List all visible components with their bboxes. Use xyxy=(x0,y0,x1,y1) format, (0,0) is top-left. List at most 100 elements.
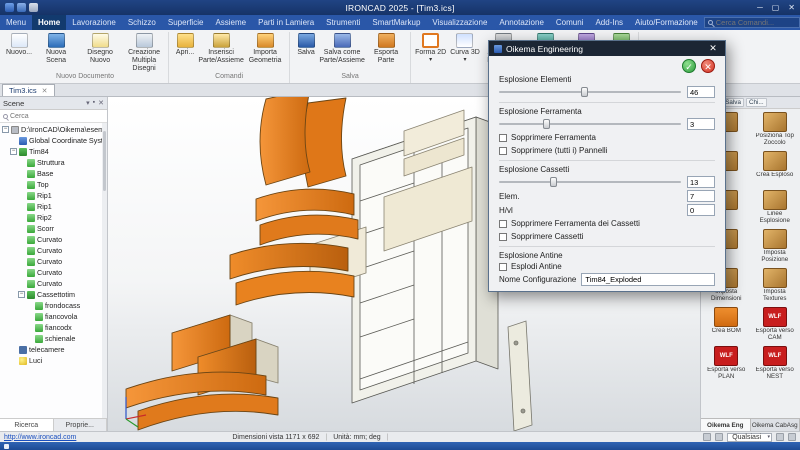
salva-button[interactable]: Salva xyxy=(293,32,319,58)
cancel-button[interactable] xyxy=(701,59,715,73)
catalog-item-esporta-verso-plan[interactable]: WLFEsporta verso PLAN xyxy=(702,346,751,382)
catalog-item-esporta-verso-nest[interactable]: WLFEsporta verso NEST xyxy=(751,346,800,382)
tab-add-ins[interactable]: Add-Ins xyxy=(589,15,629,30)
tree-item-struttura[interactable]: Struttura xyxy=(0,157,107,168)
esplosione-elementi-value[interactable] xyxy=(687,86,715,98)
quick-save-icon[interactable] xyxy=(17,3,26,12)
catalog-item-crea-esploso[interactable]: Crea Esploso xyxy=(751,151,800,187)
maximize-button[interactable]: ▢ xyxy=(772,3,780,12)
apri-button[interactable]: Apri... xyxy=(172,32,198,58)
sopprimere-cassetti-checkbox[interactable] xyxy=(499,233,507,241)
nuovo-button[interactable]: Nuovo... xyxy=(5,32,33,58)
tree-item-curvato-4[interactable]: Curvato xyxy=(0,267,107,278)
panel-pin-icon[interactable]: ▪ xyxy=(93,99,95,107)
hvl-value[interactable] xyxy=(687,204,715,216)
tab-schizzo[interactable]: Schizzo xyxy=(122,15,162,30)
close-button[interactable]: ✕ xyxy=(788,3,795,12)
dialog-close-icon[interactable]: ✕ xyxy=(706,43,720,54)
tab-proprieta[interactable]: Proprie... xyxy=(54,419,108,431)
close-document-icon[interactable]: ✕ xyxy=(42,87,48,95)
catalog-chiudi-button[interactable]: Chi... xyxy=(746,98,767,107)
esplosione-ferramenta-slider[interactable] xyxy=(499,119,681,129)
confirm-button[interactable] xyxy=(682,59,696,73)
command-search-input[interactable] xyxy=(716,18,796,27)
tab-annotazione[interactable]: Annotazione xyxy=(493,15,549,30)
command-search[interactable] xyxy=(704,17,800,28)
catalog-item-esporta-verso-cam[interactable]: WLFEsporta verso CAM xyxy=(751,307,800,343)
scene-search-input[interactable] xyxy=(10,113,104,120)
undo-icon[interactable] xyxy=(29,3,38,12)
tree-item-curvato-3[interactable]: Curvato xyxy=(0,256,107,267)
tree-item-telecamere[interactable]: telecamere xyxy=(0,344,107,355)
tree-item-curvato-1[interactable]: Curvato xyxy=(0,234,107,245)
tab-superficie[interactable]: Superficie xyxy=(162,15,210,30)
collapse-toggle-icon[interactable] xyxy=(10,148,17,155)
salva-come-button[interactable]: Salva come Parte/Assieme xyxy=(321,32,363,66)
tab-ricerca[interactable]: Ricerca xyxy=(0,419,54,431)
elem-value[interactable] xyxy=(687,190,715,202)
esporta-parte-button[interactable]: Esporta Parte xyxy=(365,32,407,66)
tree-item-cassettotim[interactable]: Cassettotim xyxy=(0,289,107,300)
camera-mode-icon[interactable] xyxy=(788,433,796,441)
catalog-item-linee-esplosione[interactable]: Linee Esplosione xyxy=(751,190,800,226)
nome-configurazione-input[interactable] xyxy=(581,273,715,286)
tree-item-gcs[interactable]: Global Coordinate System xyxy=(0,135,107,146)
tree-item-luci[interactable]: Luci xyxy=(0,355,107,366)
tab-comuni[interactable]: Comuni xyxy=(550,15,590,30)
tab-visualizzazione[interactable]: Visualizzazione xyxy=(426,15,493,30)
windows-taskbar[interactable] xyxy=(0,442,800,450)
ironcad-link[interactable]: http://www.ironcad.com xyxy=(4,434,76,441)
catalog-item-imposta-posizione[interactable]: Imposta Posizione xyxy=(751,229,800,265)
tab-parti-in-lamiera[interactable]: Parti in Lamiera xyxy=(252,15,320,30)
tree-item-curvato-2[interactable]: Curvato xyxy=(0,245,107,256)
tab-strumenti[interactable]: Strumenti xyxy=(320,15,366,30)
tree-item-top[interactable]: Top xyxy=(0,179,107,190)
tree-item-frondocass[interactable]: frondocass xyxy=(0,300,107,311)
panel-options-icon[interactable]: ▾ xyxy=(86,99,90,107)
tab-menu[interactable]: Menu xyxy=(0,15,32,30)
sopprimere-ferramenta-cassetti-checkbox[interactable] xyxy=(499,220,507,228)
document-tab[interactable]: Tim3.ics ✕ xyxy=(2,84,55,96)
start-button-icon[interactable] xyxy=(4,444,9,449)
sopprimere-ferramenta-checkbox[interactable] xyxy=(499,134,507,142)
catalog-item-posiziona-top-zoccolo[interactable]: Posiziona Top Zoccolo xyxy=(751,112,800,148)
tree-item-root[interactable]: D:\IronCAD\Oikema\esempi oiKe xyxy=(0,124,107,135)
tree-item-schienale[interactable]: schienale xyxy=(0,333,107,344)
tab-home[interactable]: Home xyxy=(32,15,66,30)
tree-item-curvato-5[interactable]: Curvato xyxy=(0,278,107,289)
tree-item-fiancovola[interactable]: fiancovola xyxy=(0,311,107,322)
esplodi-antine-checkbox[interactable] xyxy=(499,263,507,271)
tab-assieme[interactable]: Assieme xyxy=(209,15,252,30)
tab-lavorazione[interactable]: Lavorazione xyxy=(66,15,122,30)
tree-item-tim84[interactable]: Tim84 xyxy=(0,146,107,157)
esplosione-elementi-slider[interactable] xyxy=(499,87,681,97)
minimize-button[interactable]: ─ xyxy=(757,3,763,12)
importa-geometria-button[interactable]: Importa Geometria xyxy=(244,32,286,66)
tab-oikema-eng[interactable]: Oikema Eng xyxy=(701,419,751,431)
esplosione-cassetti-slider[interactable] xyxy=(499,177,681,187)
forma-2d-button[interactable]: Forma 2D xyxy=(414,32,447,65)
app-icon[interactable] xyxy=(5,3,14,12)
esplosione-ferramenta-value[interactable] xyxy=(687,118,715,130)
collapse-toggle-icon[interactable] xyxy=(2,126,9,133)
creazione-multipla-button[interactable]: Creazione Multipla Disegni xyxy=(123,32,165,73)
selection-filter-dropdown[interactable]: Qualsiasi xyxy=(727,433,772,442)
nuova-scena-button[interactable]: Nuova Scena xyxy=(35,32,77,66)
inserisci-parte-button[interactable]: Inserisci Parte/Assieme xyxy=(200,32,242,66)
esplosione-cassetti-value[interactable] xyxy=(687,176,715,188)
tree-item-rip1b[interactable]: Rip1 xyxy=(0,201,107,212)
tab-oikema-cabasg[interactable]: Oikema CabAsg xyxy=(751,419,800,431)
disegno-nuovo-button[interactable]: Disegno Nuovo xyxy=(79,32,121,66)
tree-item-fiancodx[interactable]: fiancodx xyxy=(0,322,107,333)
render-mode-icon[interactable] xyxy=(776,433,784,441)
collapse-toggle-icon[interactable] xyxy=(18,291,25,298)
panel-close-icon[interactable]: ✕ xyxy=(98,99,104,107)
catalog-item-imposta-textures[interactable]: Imposta Textures xyxy=(751,268,800,304)
sopprimere-pannelli-checkbox[interactable] xyxy=(499,147,507,155)
curva-3d-button[interactable]: Curva 3D xyxy=(449,32,481,65)
tree-item-rip2[interactable]: Rip2 xyxy=(0,212,107,223)
tree-item-rip1[interactable]: Rip1 xyxy=(0,190,107,201)
tab-smartmarkup[interactable]: SmartMarkup xyxy=(366,15,426,30)
tree-item-base[interactable]: Base xyxy=(0,168,107,179)
dialog-title-bar[interactable]: Oikema Engineering ✕ xyxy=(489,41,725,56)
